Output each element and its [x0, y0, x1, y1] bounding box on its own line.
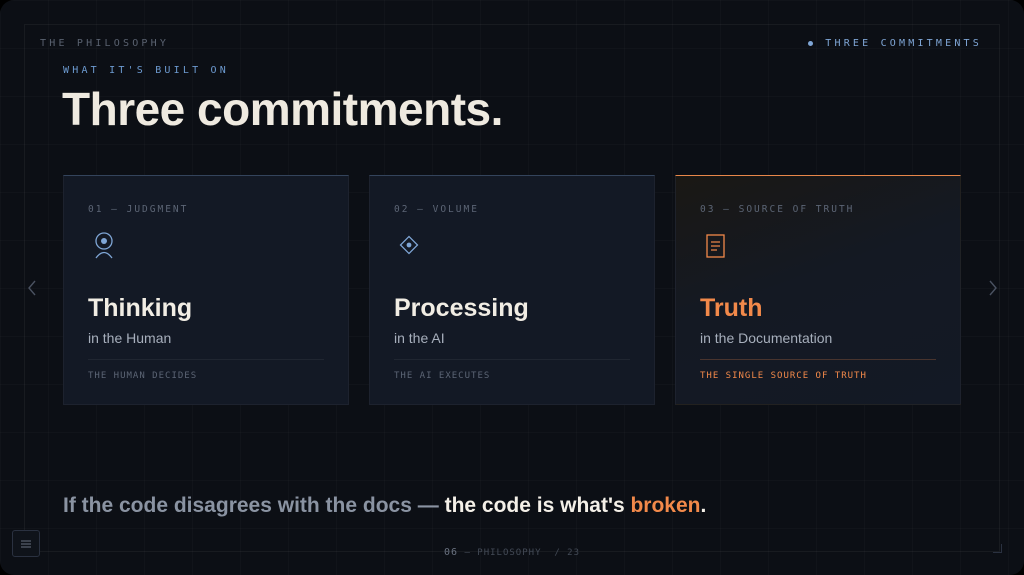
statement-accent: broken: [630, 494, 701, 517]
card-divider: [394, 359, 630, 360]
card-number: 03 — SOURCE OF TRUTH: [700, 204, 855, 215]
slide-pager: 06 — PHILOSOPHY / 23: [0, 547, 1024, 558]
page-title: Three commitments.: [62, 83, 503, 135]
chevron-left-icon: [28, 280, 36, 296]
pager-separator: —: [458, 548, 478, 558]
commitment-card-truth: 03 — SOURCE OF TRUTH Truth in the Docume…: [675, 175, 961, 405]
eyebrow: WHAT IT'S BUILT ON: [63, 65, 229, 76]
card-heading: Thinking: [88, 294, 193, 322]
pager-section: PHILOSOPHY: [477, 548, 542, 558]
next-slide-button[interactable]: [986, 279, 1000, 297]
statement-end: .: [700, 494, 707, 517]
commitment-card-volume: 02 — VOLUME Processing in the AI THE AI …: [369, 175, 655, 405]
section-label: THE PHILOSOPHY: [40, 38, 170, 49]
document-icon: [704, 232, 728, 260]
pager-total: / 23: [554, 548, 581, 558]
card-subheading: in the Human: [88, 330, 172, 346]
diamond-icon: [398, 232, 422, 260]
card-heading: Processing: [394, 294, 529, 322]
slide: THE PHILOSOPHY THREE COMMITMENTS WHAT IT…: [0, 0, 1024, 575]
pager-current: 06: [443, 547, 459, 558]
indicator-dot-icon: [808, 41, 814, 46]
card-subheading: in the Documentation: [700, 330, 833, 346]
card-footer: THE AI EXECUTES: [394, 371, 491, 381]
closing-statement: If the code disagrees with the docs — th…: [63, 494, 706, 518]
commitment-card-judgment: 01 — JUDGMENT Thinking in the Human THE …: [63, 175, 349, 405]
statement-emphasis: the code is what's: [444, 494, 631, 517]
indicator-label: THREE COMMITMENTS: [825, 38, 982, 49]
previous-slide-button[interactable]: [25, 279, 39, 297]
chevron-right-icon: [989, 280, 997, 296]
slide-indicator: THREE COMMITMENTS: [808, 38, 982, 49]
card-subheading: in the AI: [394, 330, 445, 346]
person-icon: [92, 232, 116, 260]
card-divider: [88, 359, 324, 360]
card-footer: THE SINGLE SOURCE OF TRUTH: [700, 371, 867, 381]
card-number: 01 — JUDGMENT: [88, 204, 189, 215]
card-divider: [700, 359, 936, 360]
statement-lead: If the code disagrees with the docs —: [63, 494, 445, 517]
card-footer: THE HUMAN DECIDES: [88, 371, 198, 381]
card-number: 02 — VOLUME: [394, 204, 479, 215]
card-heading: Truth: [700, 294, 763, 322]
